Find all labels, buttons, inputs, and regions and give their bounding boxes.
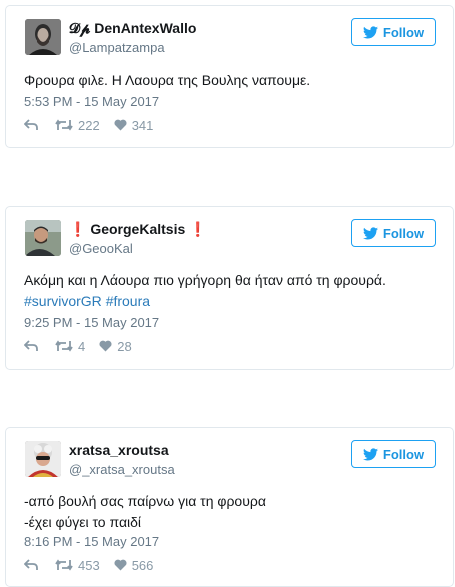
tweet-text: -από βουλή σας παίρνω για τη φρουρα -έχε… — [24, 491, 439, 533]
tweet-card: 𝓓𝓹 DenAntexWallo @Lampatzampa Follow Φρο… — [5, 5, 454, 148]
twitter-bird-icon — [362, 447, 378, 460]
follow-button[interactable]: Follow — [351, 18, 436, 46]
tweet-text: Φρουρα φιλε. Η Λαουρα της Βουλης ναπουμε… — [24, 70, 439, 91]
retweet-action[interactable]: 222 — [55, 118, 100, 133]
heart-icon — [99, 340, 112, 352]
retweet-count: 4 — [78, 338, 86, 354]
user-handle[interactable]: @GeooKal — [69, 241, 133, 256]
retweet-count: 453 — [78, 557, 100, 573]
reply-icon — [24, 340, 38, 351]
user-handle[interactable]: @Lampatzampa — [69, 40, 165, 55]
tweet-text-line: -από βουλή σας παίρνω για τη φρουρα — [24, 493, 266, 509]
hashtag-link[interactable]: #survivorGR — [24, 293, 102, 309]
tweet-timestamp[interactable]: 9:25 PM - 15 May 2017 — [24, 315, 159, 330]
tweet-card: xratsa_xroutsa @_xratsa_xroutsa Follow -… — [5, 427, 454, 587]
follow-label: Follow — [382, 225, 425, 241]
avatar[interactable] — [25, 220, 61, 256]
avatar[interactable] — [25, 441, 61, 477]
like-count: 341 — [131, 117, 154, 133]
display-name[interactable]: ❗ GeorgeKaltsis ❗ — [69, 221, 207, 238]
twitter-bird-icon — [362, 25, 378, 38]
avatar[interactable] — [25, 19, 61, 55]
follow-button[interactable]: Follow — [351, 440, 436, 468]
like-count: 566 — [131, 557, 154, 573]
reply-action[interactable] — [24, 559, 38, 571]
tweet-actions: 4 28 — [24, 338, 132, 354]
tweet-card: ❗ GeorgeKaltsis ❗ @GeooKal Follow Ακόμη … — [5, 206, 454, 370]
tweet-timestamp[interactable]: 5:53 PM - 15 May 2017 — [24, 94, 159, 109]
heart-icon — [114, 119, 127, 131]
user-handle[interactable]: @_xratsa_xroutsa — [69, 462, 175, 477]
reply-action[interactable] — [24, 119, 38, 131]
twitter-bird-icon — [362, 226, 378, 239]
like-action[interactable]: 341 — [114, 117, 154, 133]
retweet-action[interactable]: 4 — [55, 339, 85, 354]
retweet-action[interactable]: 453 — [55, 558, 100, 573]
like-count: 28 — [117, 338, 132, 354]
tweet-text: Ακόμη και η Λάουρα πιο γρήγορη θα ήταν α… — [24, 270, 439, 312]
tweet-timestamp[interactable]: 8:16 PM - 15 May 2017 — [24, 534, 159, 549]
retweet-icon — [55, 119, 73, 131]
reply-action[interactable] — [24, 340, 38, 352]
tweet-text-line: Ακόμη και η Λάουρα πιο γρήγορη θα ήταν α… — [24, 272, 386, 288]
tweet-text-line: -έχει φύγει το παιδί — [24, 514, 142, 530]
tweet-actions: 222 341 — [24, 117, 153, 133]
hashtag-link[interactable]: #froura — [106, 293, 150, 309]
tweet-text-line: Φρουρα φιλε. Η Λαουρα της Βουλης ναπουμε… — [24, 72, 311, 88]
retweet-icon — [55, 559, 73, 571]
follow-label: Follow — [382, 24, 425, 40]
follow-button[interactable]: Follow — [351, 219, 436, 247]
heart-icon — [114, 559, 127, 571]
follow-label: Follow — [382, 446, 425, 462]
display-name[interactable]: 𝓓𝓹 DenAntexWallo — [69, 20, 196, 37]
retweet-icon — [55, 340, 73, 352]
like-action[interactable]: 566 — [114, 557, 154, 573]
retweet-count: 222 — [78, 117, 100, 133]
reply-icon — [24, 559, 38, 570]
like-action[interactable]: 28 — [99, 338, 132, 354]
reply-icon — [24, 119, 38, 130]
tweet-actions: 453 566 — [24, 557, 153, 573]
display-name[interactable]: xratsa_xroutsa — [69, 442, 169, 458]
